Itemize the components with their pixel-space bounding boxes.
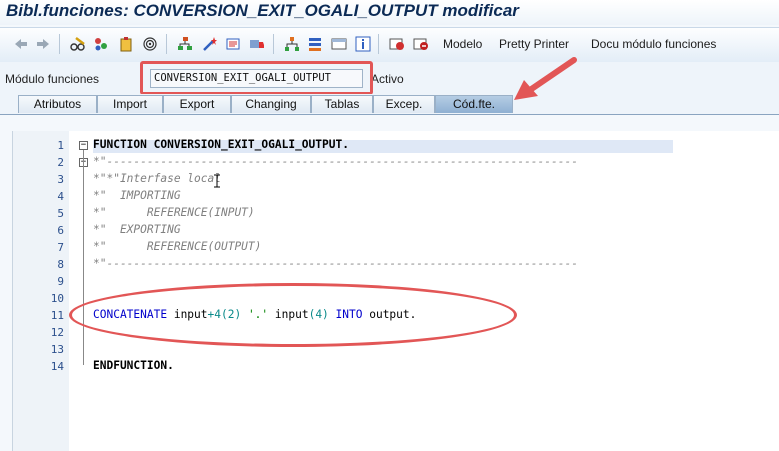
printer-list-icon[interactable] bbox=[225, 36, 241, 52]
spiral-icon[interactable] bbox=[142, 36, 158, 52]
pretty-printer-button[interactable]: Pretty Printer bbox=[499, 37, 569, 51]
code-line-5: *" REFERENCE(INPUT) bbox=[93, 206, 255, 219]
magic-wand-icon[interactable] bbox=[202, 36, 218, 52]
line-number: 11 bbox=[50, 309, 64, 322]
line-number: 6 bbox=[57, 224, 64, 237]
tab-strip: Atributos Import Export Changing Tablas … bbox=[0, 94, 779, 115]
insert-icon[interactable] bbox=[389, 36, 405, 52]
annotation-box bbox=[140, 61, 373, 95]
code-line-1: FUNCTION CONVERSION_EXIT_OGALI_OUTPUT. bbox=[93, 138, 349, 151]
toolbar-separator bbox=[59, 34, 60, 54]
code-line-2: *"--------------------------------------… bbox=[93, 155, 578, 168]
code-line-6: *" EXPORTING bbox=[93, 223, 181, 236]
line-number: 10 bbox=[50, 292, 64, 305]
module-row: Módulo funciones CONVERSION_EXIT_OGALI_O… bbox=[0, 62, 779, 94]
keyword-function: FUNCTION bbox=[93, 138, 147, 151]
line-number: 7 bbox=[57, 241, 64, 254]
code-line-14: ENDFUNCTION. bbox=[93, 359, 174, 372]
line-number: 5 bbox=[57, 207, 64, 220]
modelo-button[interactable]: Modelo bbox=[443, 37, 482, 51]
fold-toggle-icon[interactable]: − bbox=[79, 141, 88, 150]
toolbar-separator bbox=[166, 34, 167, 54]
tab-atributos[interactable]: Atributos bbox=[18, 95, 97, 113]
annotation-ellipse bbox=[69, 283, 517, 347]
function-name: CONVERSION_EXIT_OGALI_OUTPUT. bbox=[146, 138, 349, 151]
editor-top-band bbox=[0, 115, 779, 131]
code-line-7: *" REFERENCE(OUTPUT) bbox=[93, 240, 262, 253]
text-cursor-icon bbox=[214, 174, 220, 188]
code-line-3: *"*"Interfase local bbox=[93, 172, 221, 185]
window-icon[interactable] bbox=[331, 36, 347, 52]
hierarchy-icon[interactable] bbox=[177, 36, 193, 52]
line-number: 13 bbox=[50, 343, 64, 356]
info-icon[interactable] bbox=[355, 36, 371, 52]
stack-icon[interactable] bbox=[307, 36, 323, 52]
line-number: 3 bbox=[57, 173, 64, 186]
tab-export[interactable]: Export bbox=[163, 95, 231, 113]
application-toolbar: Modelo Pretty Printer Docu módulo funcio… bbox=[0, 27, 779, 63]
annotation-arrow bbox=[514, 57, 577, 100]
line-number: 12 bbox=[50, 326, 64, 339]
module-label: Módulo funciones bbox=[5, 72, 100, 86]
line-number: 8 bbox=[57, 258, 64, 271]
line-number: 4 bbox=[57, 190, 64, 203]
glasses-pencil-icon[interactable] bbox=[70, 36, 86, 52]
tree-icon[interactable] bbox=[284, 36, 300, 52]
module-status: Activo bbox=[371, 72, 404, 86]
window-title: Bibl.funciones: CONVERSION_EXIT_OGALI_OU… bbox=[6, 1, 519, 20]
line-number: 2 bbox=[57, 156, 64, 169]
tab-changing[interactable]: Changing bbox=[231, 95, 311, 113]
toolbar-separator bbox=[378, 34, 379, 54]
fold-guide bbox=[83, 150, 84, 365]
utilities-icon[interactable] bbox=[413, 36, 429, 52]
docu-modulo-funciones-button[interactable]: Docu módulo funciones bbox=[591, 37, 716, 51]
back-arrow-icon[interactable] bbox=[13, 36, 29, 52]
line-number: 1 bbox=[57, 139, 64, 152]
tab-tablas[interactable]: Tablas bbox=[311, 95, 373, 113]
title-bar: Bibl.funciones: CONVERSION_EXIT_OGALI_OU… bbox=[0, 0, 779, 25]
tab-cod-fte[interactable]: Cód.fte. bbox=[435, 95, 513, 113]
flowers-icon[interactable] bbox=[93, 36, 109, 52]
transport-icon[interactable] bbox=[249, 36, 265, 52]
code-line-8: *"--------------------------------------… bbox=[93, 257, 578, 270]
tab-excep[interactable]: Excep. bbox=[373, 95, 435, 113]
line-number: 9 bbox=[57, 275, 64, 288]
code-line-4: *" IMPORTING bbox=[93, 189, 181, 202]
line-number: 14 bbox=[50, 360, 64, 373]
tab-import[interactable]: Import bbox=[97, 95, 163, 113]
clipboard-icon[interactable] bbox=[118, 36, 134, 52]
forward-arrow-icon[interactable] bbox=[35, 36, 51, 52]
toolbar-separator bbox=[273, 34, 274, 54]
